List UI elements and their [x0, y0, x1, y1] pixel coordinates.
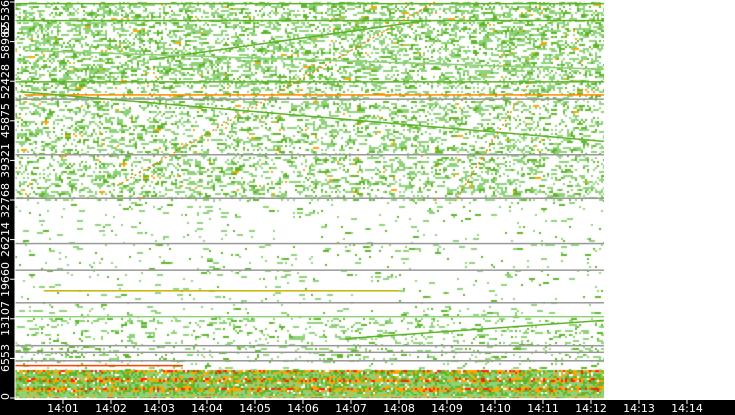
- trace-green-drift-2: [349, 319, 605, 340]
- x-tick-label: 14:04: [191, 402, 223, 415]
- x-tick-label: 14:13: [623, 402, 655, 415]
- y-tick-label: 45875: [0, 103, 12, 139]
- y-tick-label: 0: [0, 393, 12, 400]
- horizontal-line: [15, 242, 604, 245]
- chart-marks: [10, 0, 735, 404]
- horizontal-line: [15, 197, 604, 199]
- horizontal-line: [15, 269, 604, 271]
- trace-green-drift-3: [149, 19, 428, 61]
- horizontal-line: [15, 19, 604, 22]
- y-tick-label: 52428: [0, 63, 12, 99]
- x-tick-label: 14:12: [575, 402, 607, 415]
- x-tick-label: 14:10: [479, 402, 511, 415]
- horizontal-line: [15, 315, 604, 318]
- x-tick-label: 14:09: [431, 402, 463, 415]
- horizontal-line: [15, 360, 604, 362]
- horizontal-line: [15, 344, 604, 347]
- horizontal-line: [15, 302, 604, 304]
- horizontal-line: [15, 153, 604, 156]
- y-tick-label: 13107: [0, 301, 12, 337]
- horizontal-line: [15, 351, 604, 354]
- horizontal-line: [15, 81, 604, 83]
- horizontal-line: [15, 2, 604, 5]
- x-tick-label: 14:11: [527, 402, 559, 415]
- port-activity-chart: 0 6553 13107 19660 26214 32768 39321 45875 52428…: [0, 0, 735, 415]
- y-tick-label: 58982: [0, 24, 12, 60]
- x-tick-label: 14:07: [335, 402, 367, 415]
- x-tick-label: 14:14: [671, 402, 703, 415]
- x-tick-label: 14:02: [95, 402, 127, 415]
- x-tick-label: 14:01: [47, 402, 79, 415]
- y-tick-label: 32768: [0, 182, 12, 218]
- horizontal-line: [43, 290, 400, 292]
- y-tick-label: 39321: [0, 142, 12, 178]
- horizontal-line: [15, 364, 183, 367]
- y-tick-label: 26214: [0, 222, 12, 258]
- horizontal-line: [15, 395, 604, 398]
- y-tick-label: 6553: [0, 344, 12, 373]
- x-tick-label: 14:06: [287, 402, 319, 415]
- trace-green-drift-4: [24, 49, 604, 71]
- y-tick-label: 19660: [0, 261, 12, 297]
- horizontal-line: [24, 94, 604, 96]
- x-tick-label: 14:05: [239, 402, 271, 415]
- x-tick-label: 14:08: [383, 402, 415, 415]
- y-tick-label: 65536: [0, 0, 12, 35]
- x-tick-label: 14:03: [143, 402, 175, 415]
